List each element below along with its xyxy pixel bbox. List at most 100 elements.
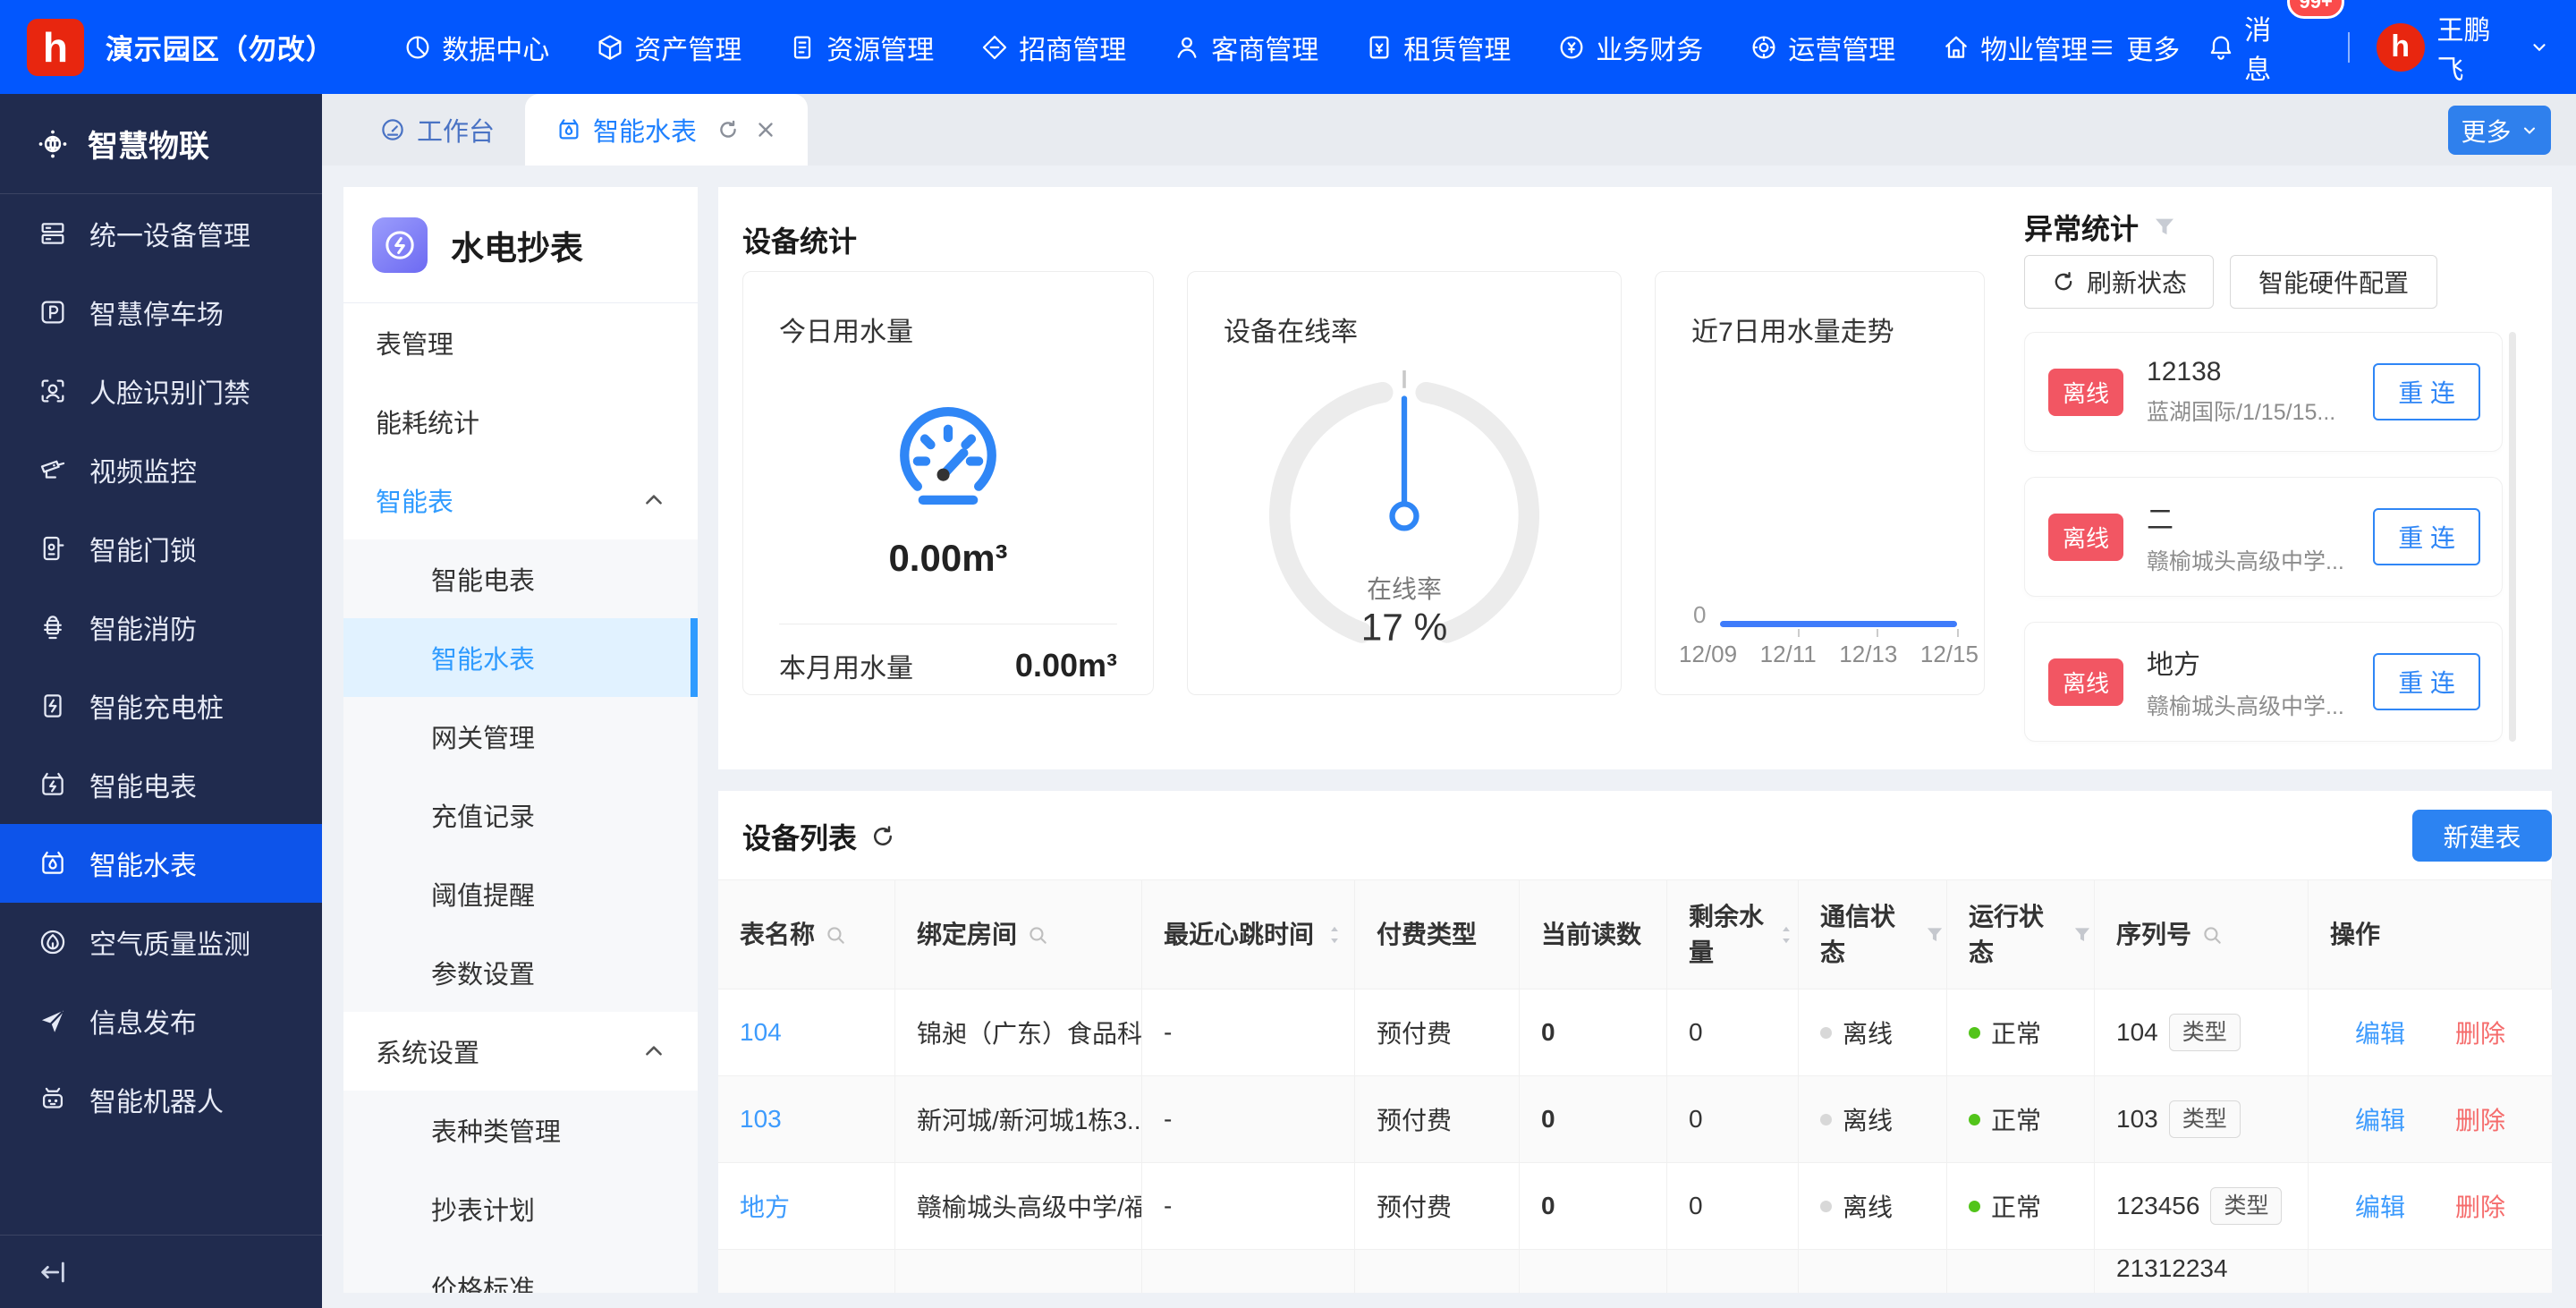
nav-item[interactable]: 物业管理 [1942,28,2088,67]
sidebar-item-label: 人脸识别门禁 [89,371,250,411]
funnel-icon[interactable] [2071,923,2094,947]
tabbar-more-button[interactable]: 更多 [2448,106,2551,155]
column-header[interactable]: 付费类型 [1355,880,1520,989]
funnel-icon[interactable] [1923,923,1946,947]
hardware-config-button[interactable]: 智能硬件配置 [2230,255,2437,309]
x-axis-label: 12/13 [1839,641,1897,668]
column-header[interactable]: 当前读数 [1520,880,1667,989]
sidebar-item[interactable]: 智慧停车场 [0,273,322,352]
sidebar-item[interactable]: 统一设备管理 [0,194,322,273]
submenu-item[interactable]: 表管理 [343,303,698,382]
refresh-tab-icon[interactable] [716,118,740,141]
submenu-item[interactable]: 表种类管理 [343,1091,698,1169]
sidebar-item[interactable]: 信息发布 [0,981,322,1060]
cell-room: 锦昶（广东）食品科... [895,989,1142,1075]
nav-more-button[interactable]: 更多 [2088,28,2180,67]
reconnect-button[interactable]: 重 连 [2373,653,2480,710]
column-header[interactable]: 操作 [2309,880,2552,989]
sidebar-item[interactable]: 智能消防 [0,588,322,667]
month-usage-value: 0.00m³ [1015,647,1117,684]
type-tag[interactable]: 类型 [2210,1187,2282,1225]
nav-item[interactable]: 资产管理 [596,28,741,67]
submenu-item[interactable]: 价格标准 [343,1248,698,1293]
edit-link[interactable]: 编辑 [2355,1101,2405,1137]
type-tag[interactable]: 类型 [2169,1100,2241,1138]
edit-link[interactable]: 编辑 [2355,1188,2405,1224]
submenu-item[interactable]: 参数设置 [343,933,698,1012]
sidebar-item[interactable]: 智能机器人 [0,1060,322,1139]
submenu-item[interactable]: 能耗统计 [343,382,698,461]
messages-button[interactable]: 消息 99+ [2207,8,2298,87]
nav-item-label: 租赁管理 [1403,28,1511,67]
park-name[interactable]: 演示园区（勿改） [106,27,334,67]
column-header[interactable]: 剩余水量 [1667,880,1799,989]
x-axis-label: 12/09 [1679,641,1737,668]
cell-remaining [1667,1250,1799,1293]
chevron-up-icon [642,488,665,512]
collapse-sidebar-icon[interactable] [38,1257,68,1287]
tab-smart-water-meter[interactable]: 智能水表 [525,94,808,166]
nav-item[interactable]: 运营管理 [1750,28,1895,67]
nav-item[interactable]: 租赁管理 [1365,28,1511,67]
delete-link[interactable]: 删除 [2455,1188,2505,1224]
sidebar-item[interactable]: 智能水表 [0,824,322,903]
device-list-panel: 设备列表 新建表 表名称 绑定房间 [718,791,2552,1293]
submenu-item[interactable]: 智能表 [343,461,698,539]
submenu-item[interactable]: 智能电表 [343,539,698,618]
submenu-item[interactable]: 阈值提醒 [343,854,698,933]
nav-item[interactable]: 业务财务 [1557,28,1703,67]
user-menu[interactable]: h 王鹏飞 [2377,8,2549,87]
cell-meter-name[interactable]: 104 [718,989,895,1075]
search-icon[interactable] [2200,923,2224,947]
sidebar: 智慧物联 统一设备管理 智慧停车场 人脸识别门禁 [0,94,322,1308]
nav-item[interactable]: 资源管理 [788,28,934,67]
edit-link[interactable]: 编辑 [2355,1015,2405,1050]
submenu-item[interactable]: 智能水表 [343,618,698,697]
reconnect-button[interactable]: 重 连 [2373,363,2480,420]
delete-link[interactable]: 删除 [2455,1101,2505,1137]
sidebar-item[interactable]: 智能电表 [0,745,322,824]
brand-logo[interactable]: h [27,19,84,76]
sidebar-item[interactable]: 智能充电桩 [0,667,322,745]
column-header[interactable]: 运行状态 [1947,880,2095,989]
submenu-item-label: 网关管理 [431,718,535,755]
column-header[interactable]: 绑定房间 [895,880,1142,989]
close-tab-icon[interactable] [754,118,777,141]
refresh-status-button[interactable]: 刷新状态 [2024,255,2214,309]
tab-dashboard[interactable]: 工作台 [349,94,525,166]
submenu-item[interactable]: 抄表计划 [343,1169,698,1248]
sort-icon[interactable] [1323,923,1346,947]
sidebar-item[interactable]: 智能门锁 [0,509,322,588]
type-tag[interactable]: 类型 [2169,1014,2241,1051]
cell-meter-name[interactable]: 地方 [718,1163,895,1249]
data-center-icon [403,33,432,62]
delete-link[interactable]: 删除 [2455,1015,2505,1050]
nav-item[interactable]: 客商管理 [1173,28,1318,67]
sidebar-item[interactable]: 空气质量监测 [0,903,322,981]
cell-serial: 21312234 类型 [2095,1250,2309,1293]
sidebar-item[interactable]: 视频监控 [0,430,322,509]
scrollbar[interactable] [2509,332,2516,742]
new-meter-button[interactable]: 新建表 [2412,810,2552,862]
column-header[interactable]: 通信状态 [1799,880,1947,989]
submenu-item-label: 能耗统计 [376,403,479,440]
column-header[interactable]: 表名称 [718,880,895,989]
cell-meter-name[interactable] [718,1250,895,1293]
nav-item[interactable]: 数据中心 [403,28,549,67]
search-icon[interactable] [824,923,847,947]
sort-icon[interactable] [1775,923,1798,947]
robot-icon [38,1084,68,1115]
cell-meter-name[interactable]: 103 [718,1076,895,1162]
submenu-item[interactable]: 充值记录 [343,776,698,854]
column-header[interactable]: 序列号 [2095,880,2309,989]
refresh-list-icon[interactable] [869,823,896,850]
cell-actions: 编辑 删除 [2309,989,2552,1075]
submenu-item[interactable]: 系统设置 [343,1012,698,1091]
reconnect-button[interactable]: 重 连 [2373,508,2480,565]
submenu-item[interactable]: 网关管理 [343,697,698,776]
filter-icon[interactable] [2151,214,2178,241]
column-header[interactable]: 最近心跳时间 [1142,880,1355,989]
search-icon[interactable] [1026,923,1049,947]
nav-item[interactable]: 招商管理 [980,28,1126,67]
sidebar-item[interactable]: 人脸识别门禁 [0,352,322,430]
